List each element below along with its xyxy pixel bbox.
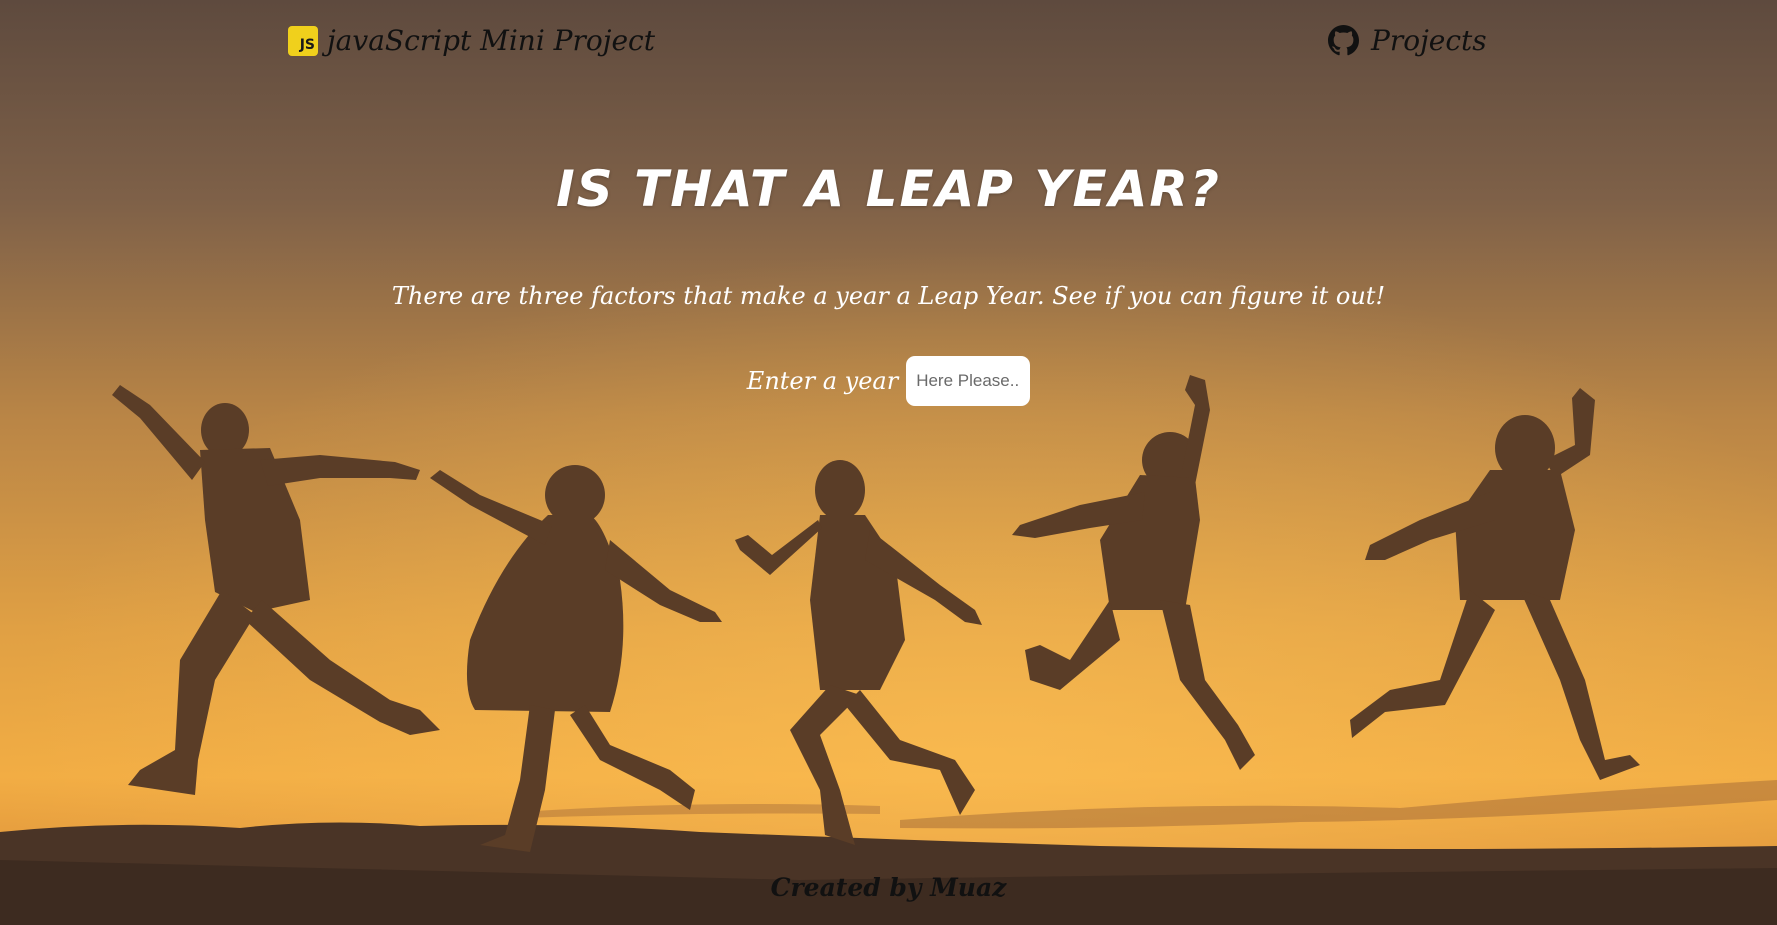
github-icon	[1328, 25, 1359, 56]
footer-credit: Created by Muaz	[770, 873, 1007, 902]
page-title: IS THAT A LEAP YEAR?	[556, 160, 1221, 218]
year-input[interactable]	[906, 356, 1031, 406]
background-sunset-image	[0, 0, 1777, 925]
year-form: Enter a year	[0, 356, 1777, 406]
year-input-label: Enter a year	[746, 367, 899, 395]
brand-link[interactable]: JS javaScript Mini Project	[288, 24, 655, 57]
js-logo-icon: JS	[288, 25, 318, 56]
page-subtitle: There are three factors that make a year…	[391, 282, 1386, 310]
projects-link[interactable]: Projects	[1328, 24, 1487, 57]
projects-label: Projects	[1371, 24, 1487, 57]
js-logo-text: JS	[299, 36, 315, 53]
top-navbar: JS javaScript Mini Project Projects	[0, 18, 1777, 66]
brand-title: javaScript Mini Project	[327, 24, 655, 57]
